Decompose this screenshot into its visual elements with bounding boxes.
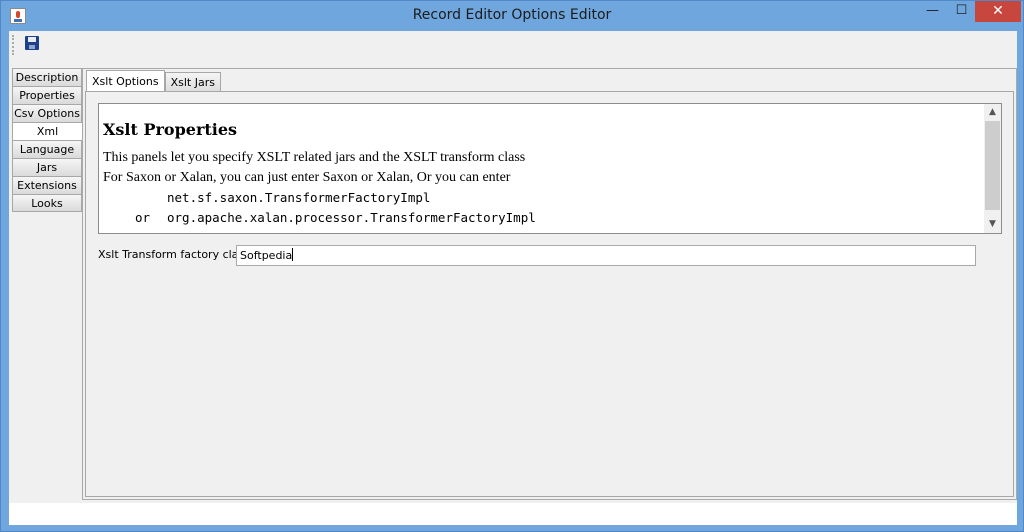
side-tab-description[interactable]: Description xyxy=(12,68,82,86)
side-tab-extensions[interactable]: Extensions xyxy=(12,176,82,194)
side-tab-list: Description Properties Csv Options Xml L… xyxy=(12,68,82,212)
help-line-1: This panels let you specify XSLT related… xyxy=(103,150,526,165)
title-bar[interactable]: Record Editor Options Editor — ☐ ✕ xyxy=(1,1,1023,31)
side-tab-csv-options[interactable]: Csv Options xyxy=(12,104,82,122)
close-button[interactable]: ✕ xyxy=(975,1,1021,22)
side-tab-jars[interactable]: Jars xyxy=(12,158,82,176)
client-area: Description Properties Csv Options Xml L… xyxy=(9,31,1017,525)
side-tab-language[interactable]: Language xyxy=(12,140,82,158)
toolbar xyxy=(9,31,1017,63)
scroll-down-arrow-icon[interactable]: ▼ xyxy=(984,216,1001,233)
status-bar xyxy=(9,503,1017,525)
side-tab-properties[interactable]: Properties xyxy=(12,86,82,104)
transform-factory-input[interactable]: Softpedia xyxy=(236,245,976,266)
maximize-button[interactable]: ☐ xyxy=(948,1,975,22)
text-caret xyxy=(292,248,294,261)
app-window: Record Editor Options Editor — ☐ ✕ Descr… xyxy=(0,0,1024,532)
code-line-xalan: or org.apache.xalan.processor.Transformer… xyxy=(103,208,983,228)
window-title: Record Editor Options Editor xyxy=(412,7,612,23)
save-disk-icon xyxy=(25,36,39,50)
side-tab-looks[interactable]: Looks xyxy=(12,194,82,212)
minimize-button[interactable]: — xyxy=(919,1,946,22)
inner-tab-list: Xslt Options Xslt Jars xyxy=(86,70,221,92)
help-line-2: For Saxon or Xalan, you can just enter S… xyxy=(103,170,511,185)
toolbar-grip[interactable] xyxy=(12,35,15,55)
code-line-saxon: net.sf.saxon.TransformerFactoryImpl xyxy=(103,188,983,208)
xslt-options-panel: Xslt Properties This panels let you spec… xyxy=(85,91,1014,497)
help-content: Xslt Properties This panels let you spec… xyxy=(103,120,983,228)
scroll-thumb[interactable] xyxy=(985,121,1000,210)
tab-xslt-jars[interactable]: Xslt Jars xyxy=(164,72,221,92)
side-tab-xml[interactable]: Xml xyxy=(12,122,82,140)
help-scrollbar[interactable]: ▲ ▼ xyxy=(984,104,1001,233)
code-saxon-class: net.sf.saxon.TransformerFactoryImpl xyxy=(167,190,431,205)
code-xalan-class: org.apache.xalan.processor.TransformerFa… xyxy=(167,210,536,225)
xml-options-panel: Xslt Options Xslt Jars Xslt Properties T… xyxy=(82,68,1017,500)
scroll-up-arrow-icon[interactable]: ▲ xyxy=(984,104,1001,121)
transform-factory-label: Xslt Transform factory class xyxy=(98,248,250,261)
tab-xslt-options[interactable]: Xslt Options xyxy=(86,70,165,92)
code-prefix-2: or xyxy=(135,210,151,225)
transform-factory-value: Softpedia xyxy=(240,249,293,262)
save-button[interactable] xyxy=(23,34,43,54)
help-text-area[interactable]: Xslt Properties This panels let you spec… xyxy=(98,103,1002,234)
help-heading: Xslt Properties xyxy=(103,120,238,139)
